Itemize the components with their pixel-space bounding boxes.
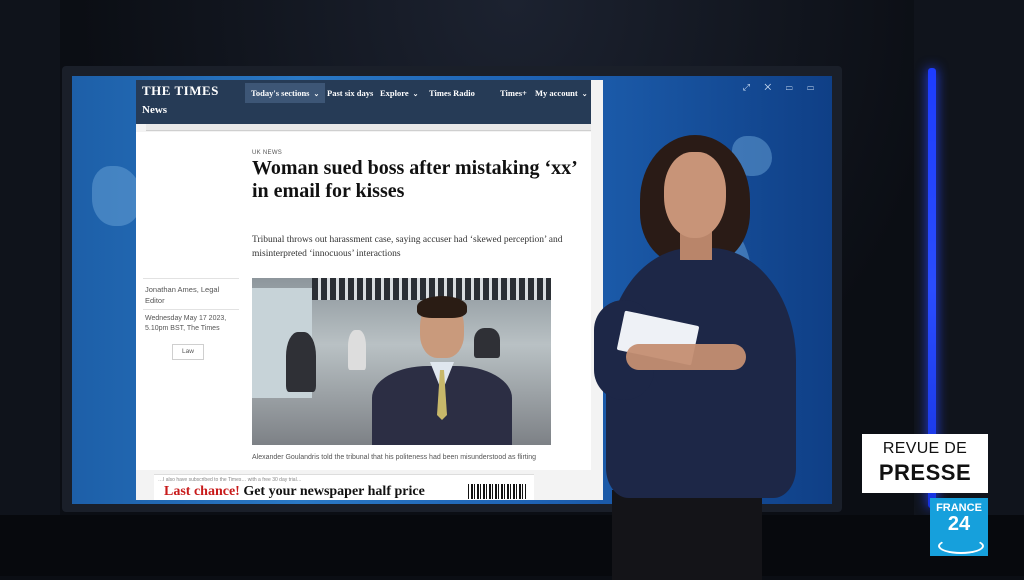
channel-number: 24 [947, 513, 971, 535]
presenter [590, 130, 810, 580]
nav-label: Past six days [327, 88, 374, 98]
site-header: THE TIMES Today's sections ⌄ Past six day… [136, 80, 591, 124]
nav-past-six-days[interactable]: Past six days [321, 83, 379, 103]
nav-label: My account [535, 88, 578, 98]
article-tag[interactable]: Law [172, 344, 204, 360]
nav-times-radio[interactable]: Times Radio [423, 83, 481, 103]
presenter-legs [612, 490, 762, 580]
swirl-icon [938, 538, 984, 554]
map-landmass [92, 166, 142, 226]
photo-background-figure [348, 330, 366, 370]
article-body: UK NEWS Woman sued boss after mistaking … [136, 132, 591, 470]
promo-highlight: Last chance! [164, 484, 240, 499]
nav-label: Explore [380, 88, 409, 98]
article-standfirst: Tribunal throws out harassment case, say… [252, 235, 563, 259]
times-logo[interactable]: THE TIMES [142, 83, 219, 99]
chevron-down-icon: ⌄ [313, 90, 320, 98]
studio-floor [0, 515, 1024, 576]
subscription-promo[interactable]: …I also have subscribed to the Times… wi… [154, 474, 534, 500]
times-webpage: THE TIMES Today's sections ⌄ Past six day… [136, 80, 603, 500]
article-photo [252, 278, 551, 445]
nav-my-account[interactable]: My account ⌄ [529, 83, 594, 103]
chevron-down-icon: ⌄ [412, 90, 419, 98]
article-headline: Woman sued boss after mistaking ‘xx’ in … [252, 157, 577, 202]
revue-line-2: PRESSE [878, 460, 972, 485]
photo-subject [372, 296, 512, 445]
nav-explore[interactable]: Explore ⌄ [374, 83, 425, 103]
nav-label: Times Radio [429, 88, 475, 98]
nav-todays-sections[interactable]: Today's sections ⌄ [245, 83, 326, 103]
section-title: News [142, 104, 168, 116]
sidebar-divider [143, 278, 239, 279]
window-controls-icon: ⤢ ✕ ▭ ▭ [742, 82, 820, 92]
article-byline[interactable]: Jonathan Ames, Legal Editor [145, 284, 237, 306]
photo-caption: Alexander Goulandris told the tribunal t… [252, 454, 537, 461]
revue-line-1: REVUE DE [882, 440, 968, 457]
nav-label: Today's sections [251, 88, 310, 98]
promo-headline[interactable]: Last chance! Get your newspaper half pri… [164, 484, 425, 500]
nav-times-plus[interactable]: Times+ [494, 83, 533, 103]
photo-background-figure [286, 332, 316, 392]
article-dateline: Wednesday May 17 2023, 5.10pm BST, The T… [145, 315, 227, 332]
header-divider [146, 124, 591, 131]
promo-small-print: …I also have subscribed to the Times… wi… [158, 477, 302, 483]
france24-logo: FRANCE 24 [930, 498, 988, 556]
studio-pillar-left [0, 0, 60, 576]
nav-label: Times+ [500, 88, 527, 98]
sidebar-divider [143, 309, 239, 310]
chevron-down-icon: ⌄ [581, 90, 588, 98]
promo-text: Get your newspaper half price [243, 484, 425, 499]
photo-hair [417, 296, 467, 318]
presenter-face [664, 152, 726, 238]
revue-de-presse-logo: REVUE DE PRESSE [862, 434, 988, 493]
presenter-hands [626, 344, 746, 370]
barcode-icon [468, 484, 526, 499]
article-section-label[interactable]: UK NEWS [252, 150, 282, 156]
